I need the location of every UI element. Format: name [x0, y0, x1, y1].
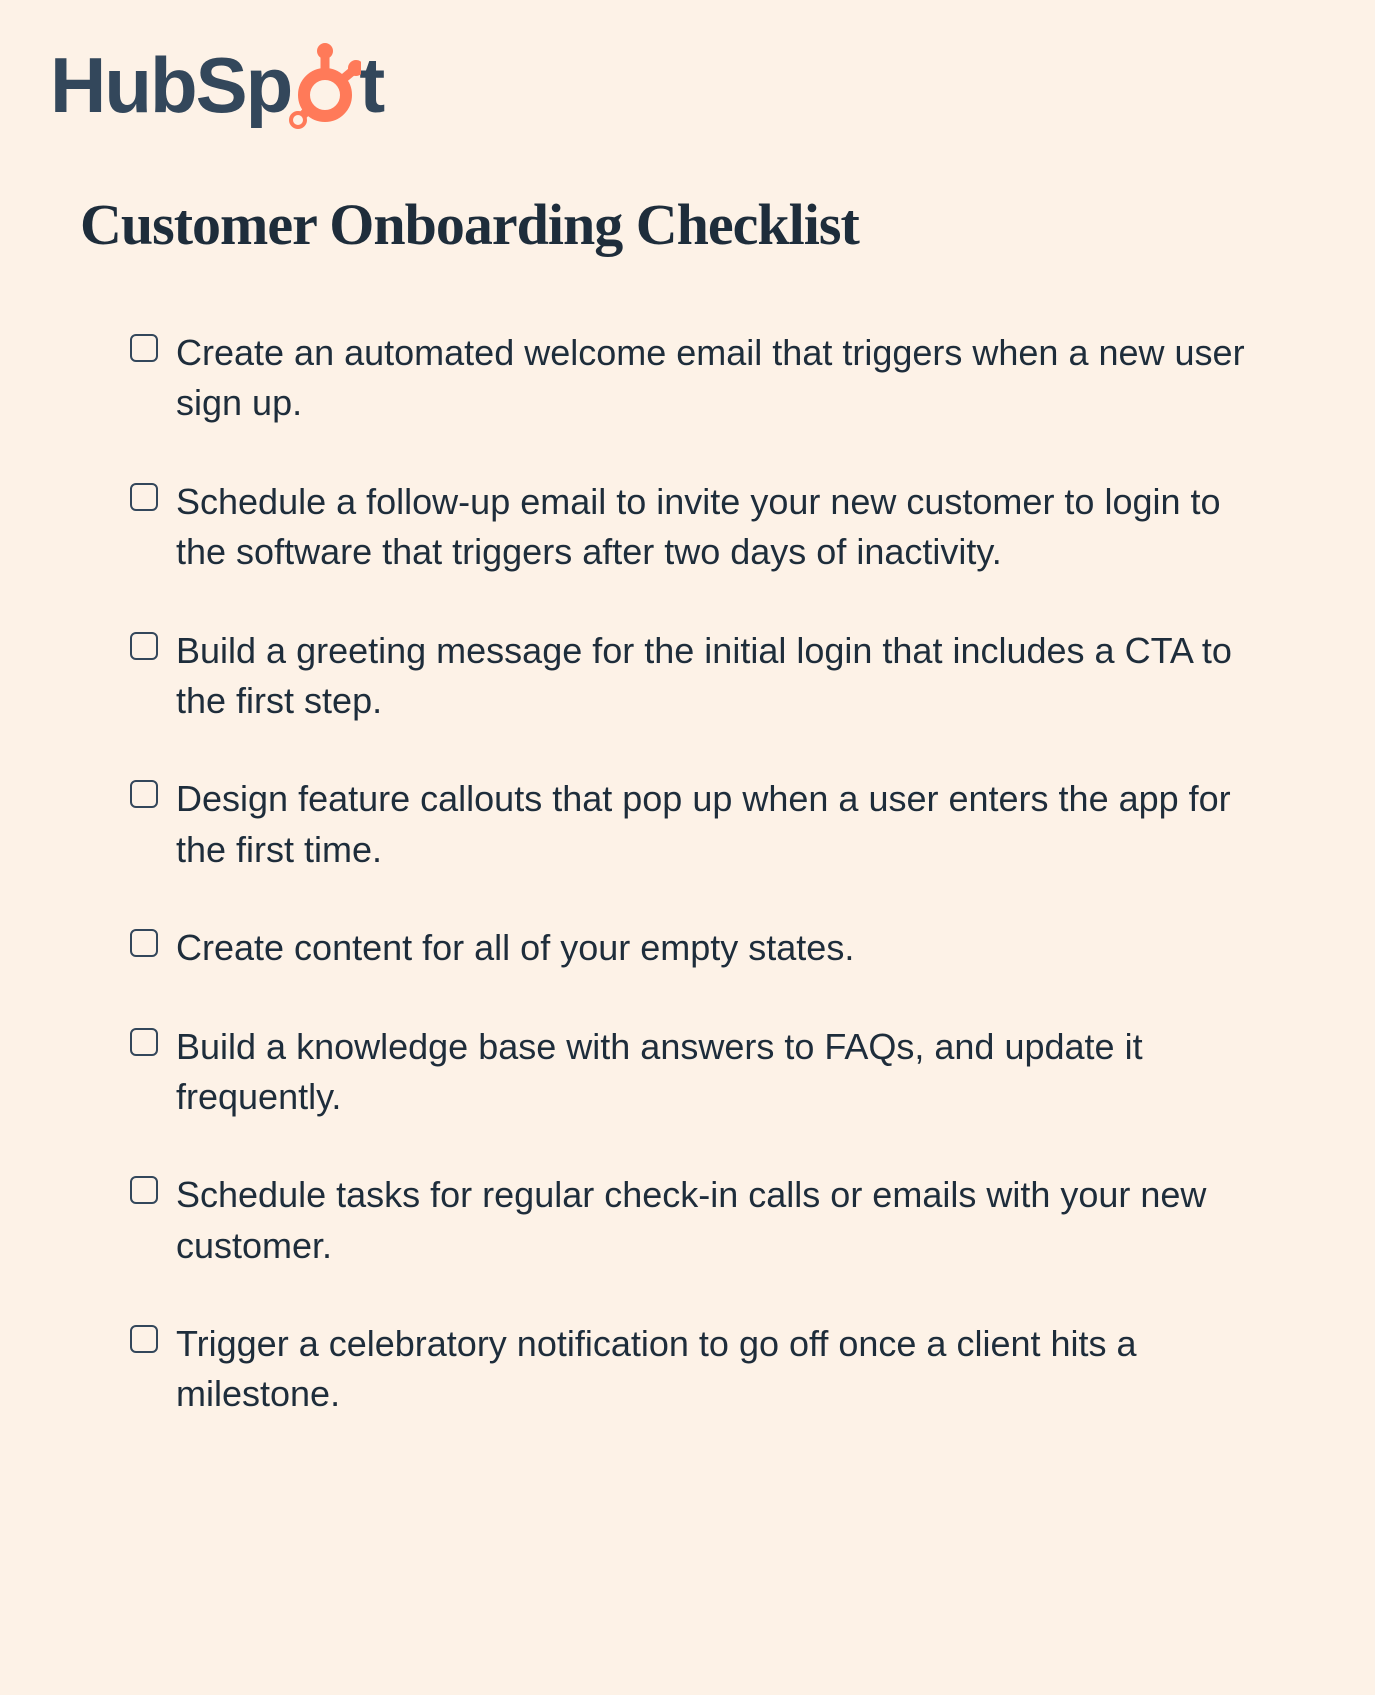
- sprocket-icon: [289, 41, 361, 131]
- checkbox[interactable]: [130, 1028, 158, 1056]
- checklist-item-text: Schedule tasks for regular check-in call…: [176, 1170, 1265, 1271]
- checkbox[interactable]: [130, 1176, 158, 1204]
- checklist-item-text: Create an automated welcome email that t…: [176, 328, 1265, 429]
- checklist-item: Create an automated welcome email that t…: [130, 328, 1265, 429]
- checklist-item: Build a greeting message for the initial…: [130, 626, 1265, 727]
- logo-text: HubSp t: [50, 40, 383, 131]
- page-title: Customer Onboarding Checklist: [80, 191, 1325, 258]
- checkbox[interactable]: [130, 1325, 158, 1353]
- checklist: Create an automated welcome email that t…: [130, 328, 1265, 1420]
- checkbox[interactable]: [130, 780, 158, 808]
- checklist-item-text: Build a knowledge base with answers to F…: [176, 1022, 1265, 1123]
- checkbox[interactable]: [130, 929, 158, 957]
- checkbox[interactable]: [130, 334, 158, 362]
- checklist-item-text: Build a greeting message for the initial…: [176, 626, 1265, 727]
- checklist-item: Schedule a follow-up email to invite you…: [130, 477, 1265, 578]
- checklist-item: Trigger a celebratory notification to go…: [130, 1319, 1265, 1420]
- checklist-item: Create content for all of your empty sta…: [130, 923, 1265, 973]
- checklist-item: Design feature callouts that pop up when…: [130, 774, 1265, 875]
- checklist-item: Build a knowledge base with answers to F…: [130, 1022, 1265, 1123]
- checkbox[interactable]: [130, 483, 158, 511]
- checkbox[interactable]: [130, 632, 158, 660]
- logo-text-after: t: [359, 40, 383, 131]
- checklist-item-text: Trigger a celebratory notification to go…: [176, 1319, 1265, 1420]
- checklist-item-text: Create content for all of your empty sta…: [176, 923, 854, 973]
- logo-text-before: HubSp: [50, 40, 291, 131]
- checklist-item-text: Schedule a follow-up email to invite you…: [176, 477, 1265, 578]
- checklist-item-text: Design feature callouts that pop up when…: [176, 774, 1265, 875]
- brand-logo: HubSp t: [50, 40, 1325, 131]
- checklist-item: Schedule tasks for regular check-in call…: [130, 1170, 1265, 1271]
